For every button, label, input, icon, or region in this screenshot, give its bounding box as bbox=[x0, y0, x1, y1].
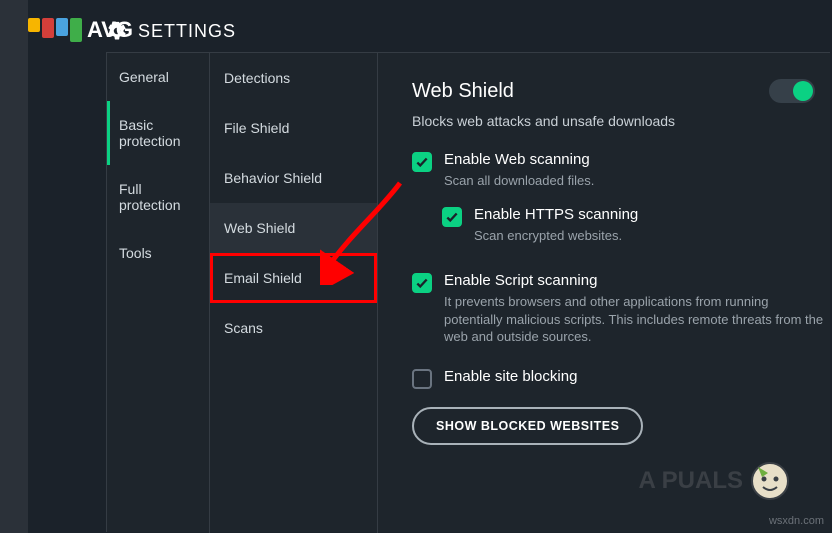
watermark-text: A PUALS bbox=[639, 467, 743, 495]
subnav-behavior-shield[interactable]: Behavior Shield bbox=[210, 153, 377, 203]
section-subtitle: Blocks web attacks and unsafe downloads bbox=[412, 113, 831, 129]
settings-header: SETTINGS bbox=[106, 20, 236, 42]
settings-primary-nav: General Basic protection Full protection… bbox=[107, 53, 210, 533]
left-strip bbox=[0, 0, 28, 533]
label-https-scanning: Enable HTTPS scanning bbox=[474, 206, 638, 223]
subnav-scans[interactable]: Scans bbox=[210, 303, 377, 353]
label-web-scanning: Enable Web scanning bbox=[444, 151, 594, 168]
subnav-email-shield[interactable]: Email Shield bbox=[210, 253, 377, 303]
gear-icon bbox=[106, 20, 128, 42]
show-blocked-websites-button[interactable]: SHOW BLOCKED WEBSITES bbox=[412, 407, 643, 445]
nav-full-protection[interactable]: Full protection bbox=[107, 165, 209, 229]
subnav-detections[interactable]: Detections bbox=[210, 53, 377, 103]
page-title: SETTINGS bbox=[138, 21, 236, 42]
subnav-web-shield[interactable]: Web Shield bbox=[210, 203, 377, 253]
watermark: A PUALS bbox=[639, 459, 792, 503]
checkbox-site-blocking[interactable] bbox=[412, 369, 432, 389]
checkbox-web-scanning[interactable] bbox=[412, 152, 432, 172]
nav-basic-protection[interactable]: Basic protection bbox=[107, 101, 209, 165]
subnav-file-shield[interactable]: File Shield bbox=[210, 103, 377, 153]
checkbox-script-scanning[interactable] bbox=[412, 273, 432, 293]
web-shield-toggle[interactable] bbox=[769, 79, 815, 103]
brand-logo: AVG bbox=[28, 13, 93, 47]
nav-tools[interactable]: Tools bbox=[107, 229, 209, 277]
label-site-blocking: Enable site blocking bbox=[444, 368, 577, 385]
section-title: Web Shield bbox=[412, 80, 514, 103]
credit-text: wsxdn.com bbox=[769, 515, 824, 527]
settings-secondary-nav: Detections File Shield Behavior Shield W… bbox=[210, 53, 378, 533]
desc-script-scanning: It prevents browsers and other applicati… bbox=[444, 293, 824, 346]
desc-web-scanning: Scan all downloaded files. bbox=[444, 172, 594, 190]
mascot-icon bbox=[748, 459, 792, 503]
nav-general[interactable]: General bbox=[107, 53, 209, 101]
checkbox-https-scanning[interactable] bbox=[442, 207, 462, 227]
desc-https-scanning: Scan encrypted websites. bbox=[474, 227, 638, 245]
app-window: AVG SETTINGS General Basic protection Fu… bbox=[0, 0, 832, 533]
label-script-scanning: Enable Script scanning bbox=[444, 272, 824, 289]
